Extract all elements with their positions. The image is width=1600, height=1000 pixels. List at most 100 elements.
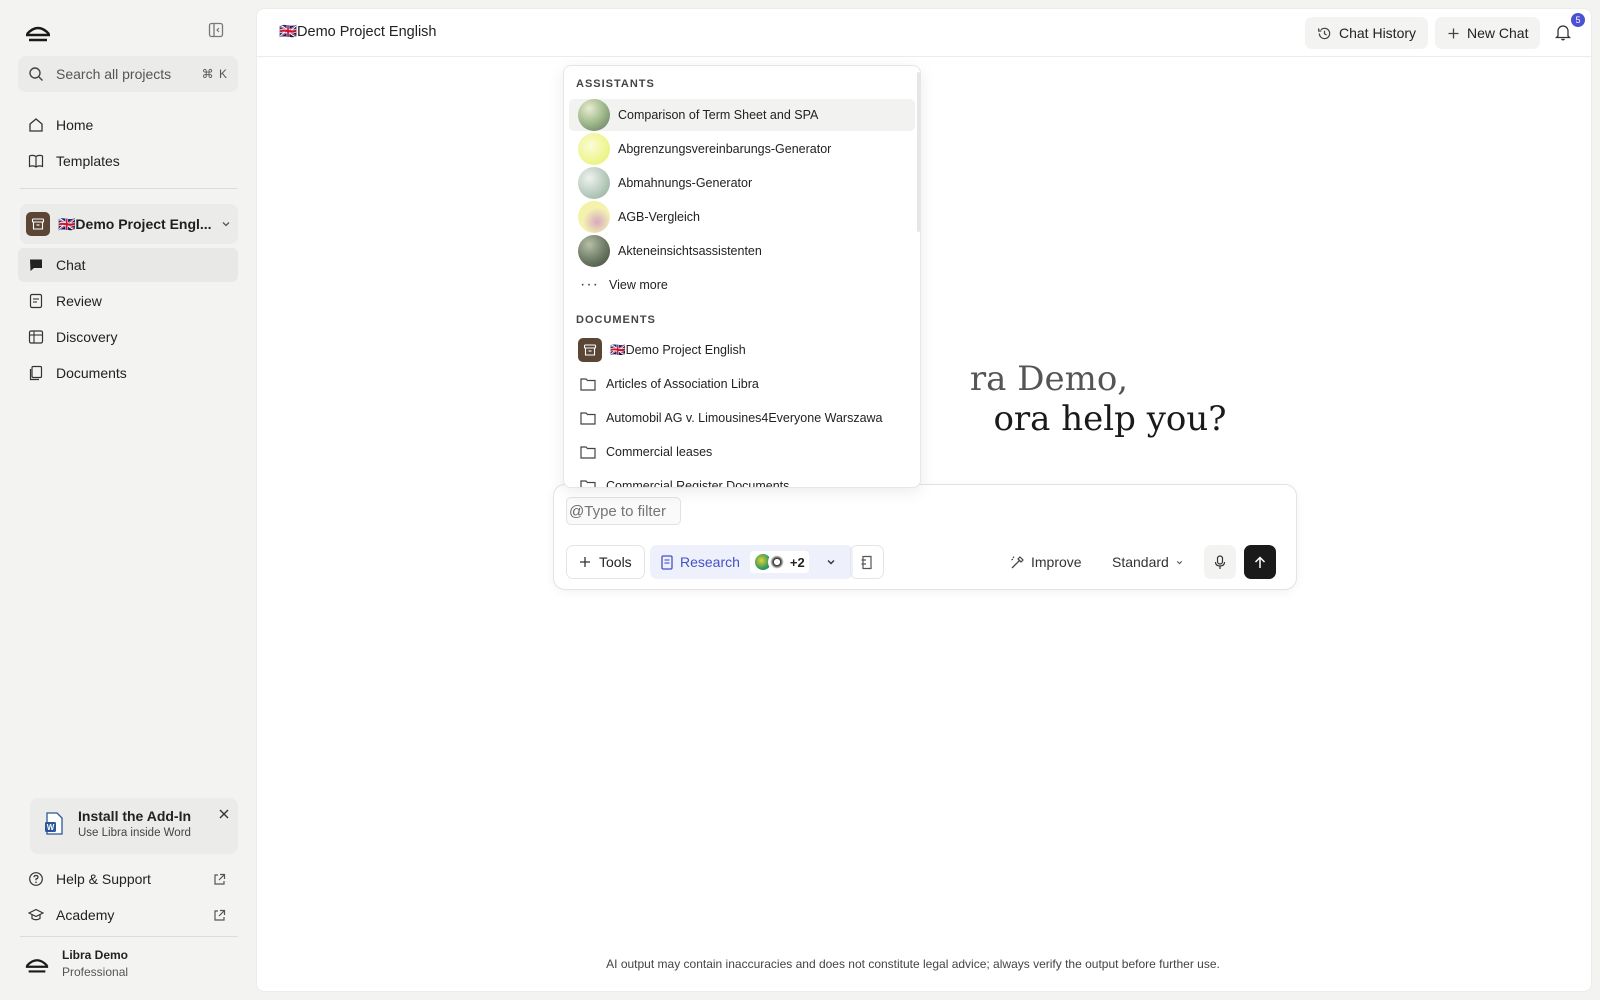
chat-history-label: Chat History (1339, 25, 1417, 41)
research-label: Research (680, 554, 740, 570)
nav-home[interactable]: Home (18, 108, 238, 142)
project-archive-icon (578, 338, 602, 362)
microphone-icon (1214, 554, 1226, 569)
tools-label: Tools (599, 554, 632, 570)
assistant-item[interactable]: Akteneinsichtsassistenten (569, 235, 915, 267)
document-label: Commercial leases (606, 445, 713, 459)
improve-button[interactable]: Improve (1004, 545, 1088, 579)
nav-help-label: Help & Support (56, 871, 151, 887)
nav-academy[interactable]: Academy (18, 898, 238, 932)
external-link-icon (214, 909, 226, 921)
user-profile[interactable]: Libra Demo Professional (24, 948, 128, 979)
nav-chat-label: Chat (56, 257, 86, 273)
mention-dropdown: ASSISTANTS Comparison of Term Sheet and … (563, 65, 921, 488)
mode-select[interactable]: Standard (1106, 545, 1190, 579)
table-icon (28, 330, 44, 344)
nav-review[interactable]: Review (18, 284, 238, 318)
assistant-label: AGB-Vergleich (618, 210, 700, 224)
folder-icon (580, 480, 596, 487)
greeting: ra Demo, ora help you? (257, 359, 1591, 439)
documents-icon (29, 365, 43, 381)
nav-review-label: Review (56, 293, 102, 309)
search-placeholder: Search all projects (56, 66, 172, 82)
history-icon (1318, 27, 1331, 39)
chevron-down-icon (1176, 560, 1182, 564)
microphone-button[interactable] (1204, 545, 1236, 579)
assistant-item[interactable]: Abgrenzungsvereinbarungs-Generator (569, 133, 915, 165)
documents-heading: DOCUMENTS (576, 314, 656, 326)
document-item[interactable]: Automobil AG v. Limousines4Everyone Wars… (569, 402, 915, 434)
sidebar: Search all projects ⌘ K Home Templates 🇬… (10, 8, 246, 992)
svg-text:W: W (47, 823, 55, 832)
libra-logo[interactable] (24, 22, 54, 42)
dropdown-scrollbar[interactable] (917, 72, 920, 232)
nav-documents-label: Documents (56, 365, 127, 381)
search-projects-input[interactable]: Search all projects ⌘ K (18, 56, 238, 92)
folder-icon (580, 412, 596, 425)
document-item[interactable]: Commercial leases (569, 436, 915, 468)
view-more-item[interactable]: ··· View more (569, 269, 915, 301)
external-link-icon (214, 873, 226, 885)
chevron-down-icon[interactable] (825, 556, 837, 568)
nav-home-label: Home (56, 117, 94, 133)
assistant-item[interactable]: AGB-Vergleich (569, 201, 915, 233)
assistant-label: Comparison of Term Sheet and SPA (618, 108, 819, 122)
folder-icon (580, 378, 596, 391)
search-shortcut: ⌘ K (201, 67, 228, 81)
assistant-avatar (578, 235, 610, 267)
graduation-cap-icon (28, 908, 44, 921)
assistant-item[interactable]: Comparison of Term Sheet and SPA (569, 99, 915, 131)
nav-discovery[interactable]: Discovery (18, 320, 238, 354)
assistant-avatar (578, 99, 610, 131)
main-panel: 🇬🇧Demo Project English Chat History New … (256, 8, 1592, 992)
document-item[interactable]: 🇬🇧Demo Project English (569, 334, 915, 366)
install-addin-banner[interactable]: W Install the Add-In Use Libra inside Wo… (30, 798, 238, 854)
research-sources: +2 (749, 551, 809, 573)
nav-documents[interactable]: Documents (18, 356, 238, 390)
assistant-label: Abgrenzungsvereinbarungs-Generator (618, 142, 832, 156)
chat-composer: @ Tools Research +2 Improve Standard (553, 484, 1297, 590)
chat-history-button[interactable]: Chat History (1305, 17, 1429, 49)
nav-templates[interactable]: Templates (18, 144, 238, 178)
addin-title: Install the Add-In (78, 808, 192, 824)
nav-chat[interactable]: Chat (18, 248, 238, 282)
user-name: Libra Demo (62, 948, 129, 962)
top-bar: 🇬🇧Demo Project English Chat History New … (257, 9, 1591, 57)
nav-templates-label: Templates (56, 153, 120, 169)
bell-icon[interactable] (1555, 23, 1571, 41)
nav-academy-label: Academy (56, 907, 115, 923)
plus-icon (580, 557, 590, 567)
nav-help-support[interactable]: Help & Support (18, 862, 238, 896)
mention-filter[interactable]: @ (566, 497, 682, 525)
new-chat-button[interactable]: New Chat (1435, 17, 1541, 49)
book-icon (28, 154, 44, 168)
assistant-item[interactable]: Abmahnungs-Generator (569, 167, 915, 199)
document-label: Commercial Register Documents (606, 479, 790, 488)
wand-icon (1011, 555, 1024, 568)
filter-input[interactable] (584, 502, 677, 520)
collapse-sidebar-icon[interactable] (208, 22, 228, 42)
close-icon[interactable] (218, 808, 230, 820)
source-avatar (767, 553, 786, 571)
improve-label: Improve (1031, 554, 1082, 570)
addin-subtitle: Use Libra inside Word (78, 827, 191, 839)
attach-document-button[interactable] (850, 545, 884, 579)
project-selector-label: 🇬🇧Demo Project Engl... (58, 215, 212, 232)
assistant-avatar (578, 133, 610, 165)
review-icon (29, 293, 43, 309)
avatar (25, 958, 49, 973)
nav-discovery-label: Discovery (56, 329, 118, 345)
tools-button[interactable]: Tools (566, 545, 645, 579)
assistant-avatar (578, 167, 610, 199)
search-icon (29, 67, 43, 81)
document-item[interactable]: Commercial Register Documents (569, 470, 915, 488)
document-item[interactable]: Articles of Association Libra (569, 368, 915, 400)
breadcrumb[interactable]: 🇬🇧Demo Project English (279, 23, 436, 40)
document-label: Automobil AG v. Limousines4Everyone Wars… (606, 411, 883, 425)
sidebar-divider (20, 188, 238, 189)
project-selector[interactable]: 🇬🇧Demo Project Engl... (20, 204, 238, 244)
more-sources-count: +2 (789, 554, 805, 570)
send-button[interactable] (1244, 545, 1276, 579)
word-icon: W (44, 812, 64, 841)
research-button[interactable]: Research +2 (650, 545, 853, 579)
